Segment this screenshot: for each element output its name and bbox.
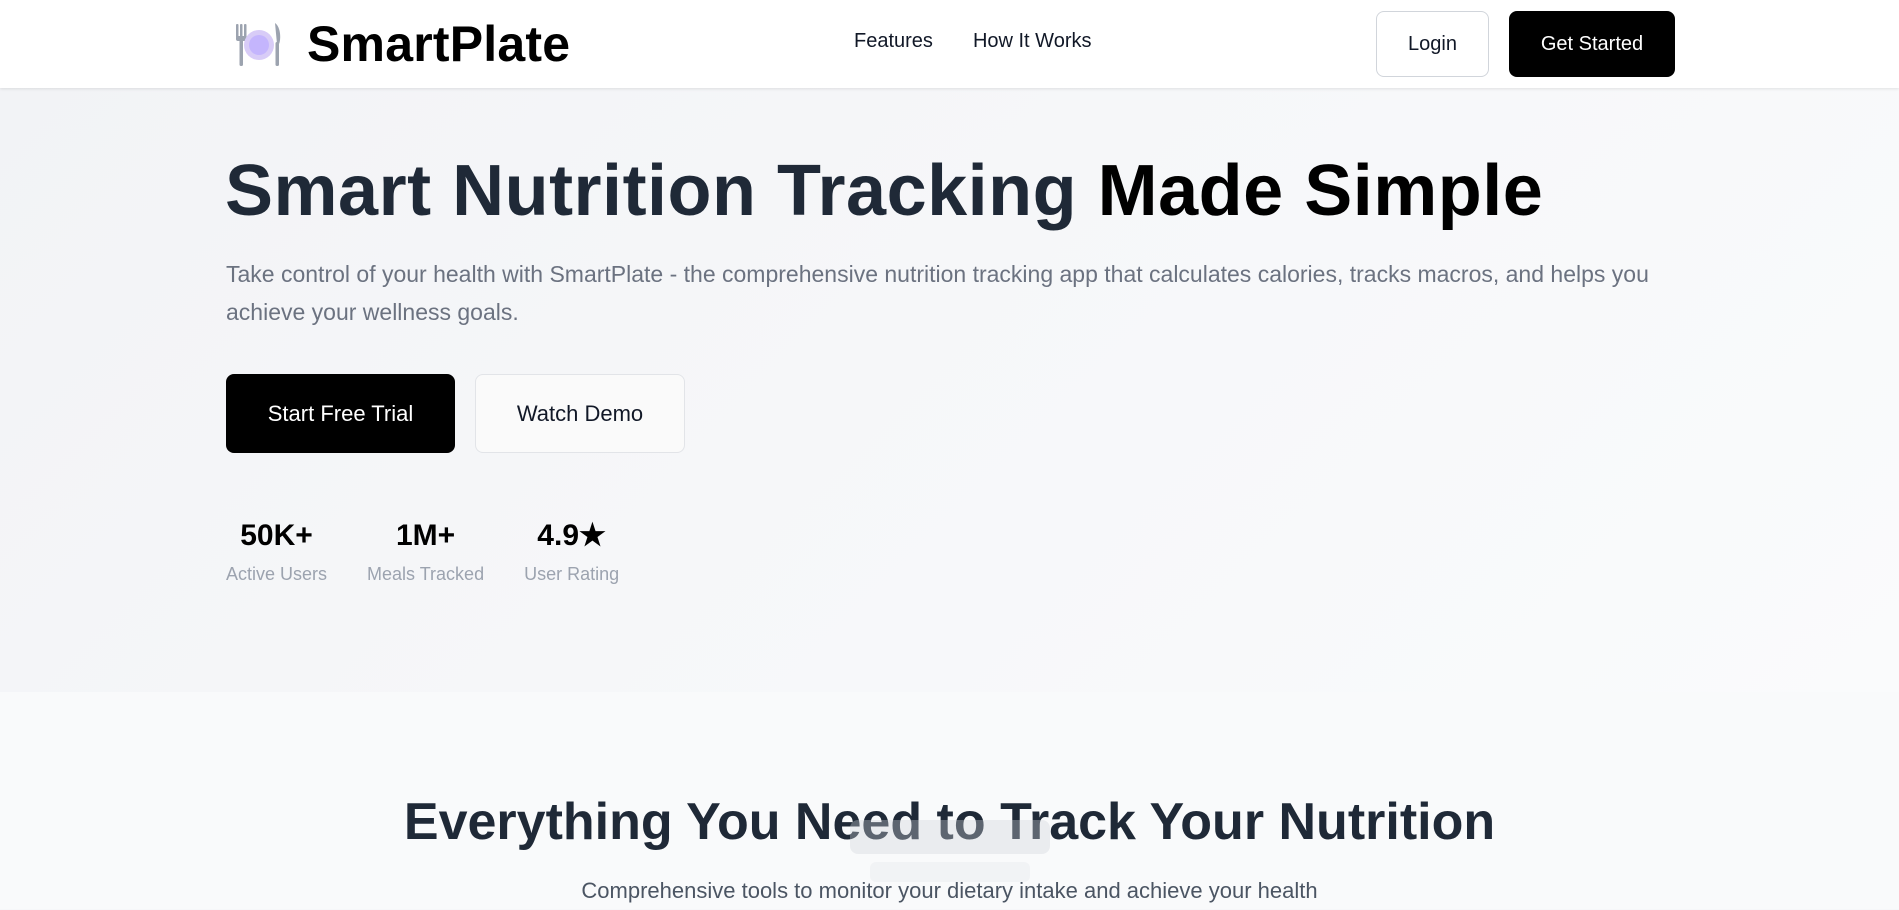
login-button[interactable]: Login: [1376, 11, 1489, 77]
stat-value: 4.9★: [537, 519, 606, 552]
stat-label: Active Users: [226, 564, 328, 584]
hero-title: Smart Nutrition Tracking Made Simple: [225, 150, 1543, 232]
watermark-logo: [850, 820, 1050, 882]
main-nav: Features How It Works: [854, 30, 1091, 53]
hero-title-part2: Made Simple: [1097, 151, 1544, 231]
stat-meals-tracked: 1M+ Meals Tracked: [367, 518, 484, 585]
hero-stats: 50K+ Active Users 1M+ Meals Tracked 4.9★…: [226, 518, 619, 585]
brand-name: SmartPlate: [307, 16, 571, 72]
stat-label: User Rating: [524, 564, 620, 584]
stat-value: 1M+: [395, 519, 456, 552]
site-header: SmartPlate Features How It Works Login G…: [0, 0, 1899, 88]
get-started-button[interactable]: Get Started: [1509, 11, 1675, 77]
stat-active-users: 50K+ Active Users: [226, 518, 327, 585]
start-free-trial-button[interactable]: Start Free Trial: [226, 374, 455, 453]
nav-link-features[interactable]: Features: [854, 30, 933, 53]
watch-demo-button[interactable]: Watch Demo: [475, 374, 685, 453]
hero-subtitle: Take control of your health with SmartPl…: [226, 261, 1649, 325]
hero-title-part1: Smart Nutrition Tracking: [225, 151, 1078, 231]
brand-logo[interactable]: SmartPlate: [233, 16, 570, 72]
stat-label: Meals Tracked: [367, 564, 485, 584]
stat-value: 50K+: [240, 519, 313, 552]
stat-user-rating: 4.9★ User Rating: [524, 518, 619, 585]
nav-link-how-it-works[interactable]: How It Works: [973, 30, 1092, 53]
plate-cutlery-icon: [233, 18, 285, 70]
